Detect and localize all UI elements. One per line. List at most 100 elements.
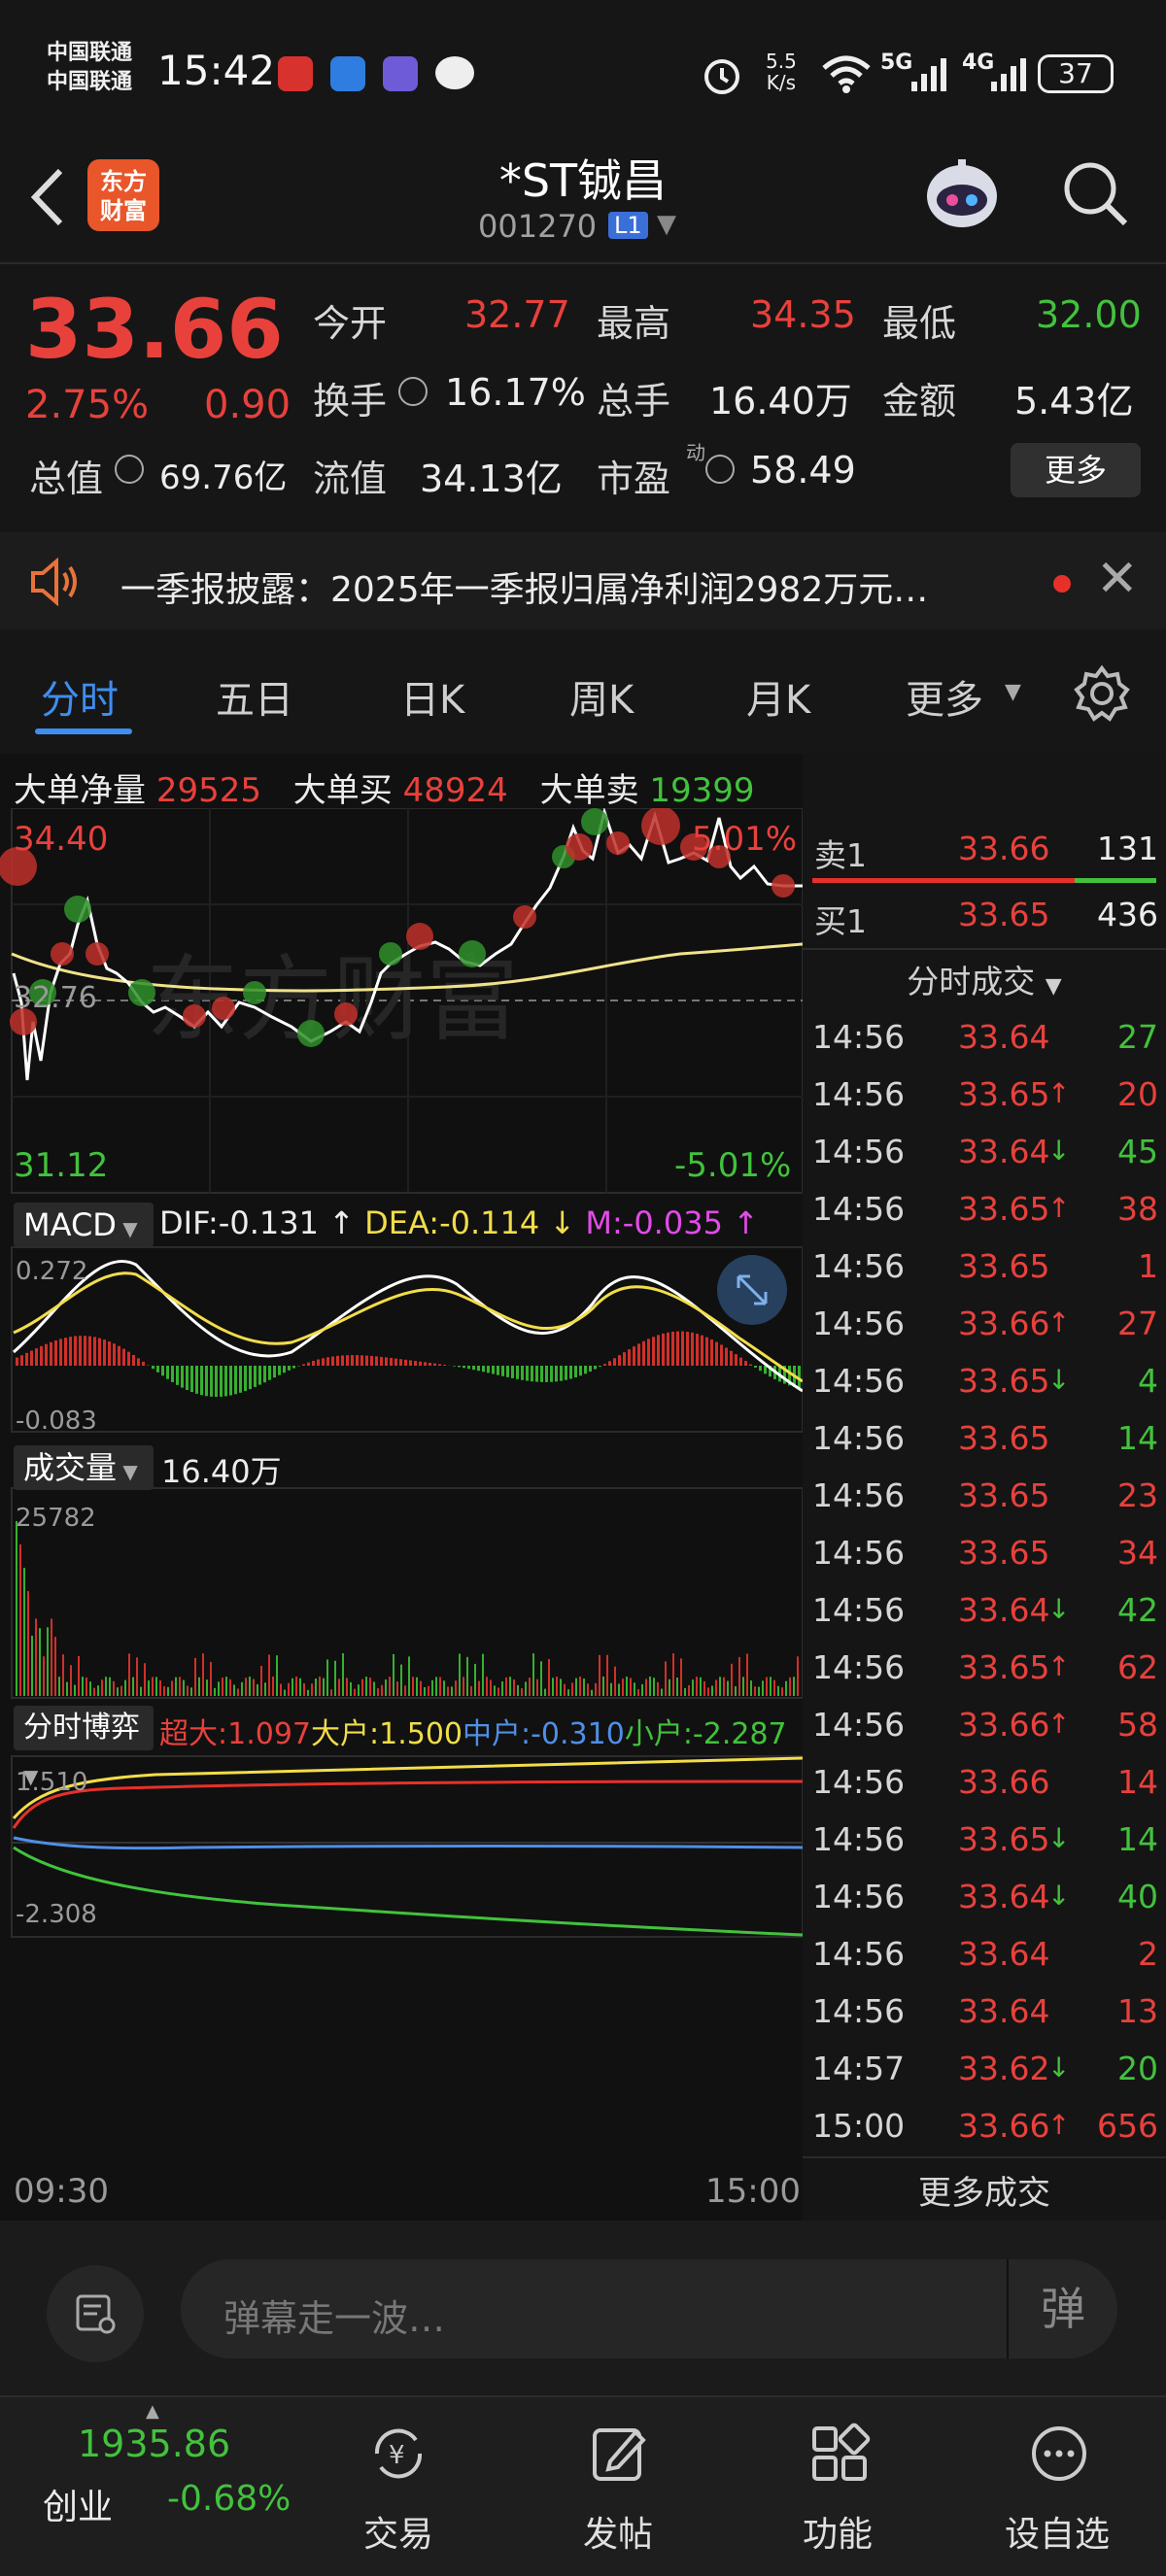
volume-bar bbox=[187, 1685, 189, 1696]
volume-bar bbox=[117, 1687, 119, 1696]
bigorder-bubble bbox=[86, 942, 109, 966]
macd-bar bbox=[526, 1366, 529, 1381]
bid-row[interactable]: 买1 33.65 436 bbox=[803, 886, 1166, 946]
bigorder-bubble bbox=[772, 874, 795, 898]
robot-assistant-icon[interactable] bbox=[917, 153, 1007, 243]
volume-bar bbox=[326, 1659, 328, 1696]
macd-bar bbox=[394, 1358, 397, 1366]
index-change[interactable]: -0.68% bbox=[167, 2479, 291, 2519]
float-value: 34.13亿 bbox=[420, 458, 563, 500]
level-badge[interactable]: L1 bbox=[608, 212, 648, 239]
tab-5day[interactable]: 五日 bbox=[216, 668, 293, 725]
close-notice-button[interactable]: ✕ bbox=[1096, 550, 1139, 608]
macd-selector[interactable]: MACD ▼ bbox=[14, 1203, 154, 1247]
trade-price: 33.64 bbox=[958, 1591, 1050, 1629]
volume-bar bbox=[354, 1688, 356, 1696]
macd-bar bbox=[390, 1357, 393, 1366]
nav-post[interactable]: 发帖 bbox=[511, 2397, 725, 2576]
volume-bar bbox=[272, 1677, 274, 1696]
back-button[interactable] bbox=[27, 165, 66, 244]
trade-direction: ↑ bbox=[1047, 2109, 1071, 2141]
trade-time: 14:56 bbox=[812, 1133, 906, 1170]
macd-bar bbox=[356, 1355, 359, 1366]
danmaku-toggle-button[interactable]: 弹 bbox=[1007, 2259, 1117, 2358]
volume-bar bbox=[525, 1681, 527, 1696]
info-icon[interactable] bbox=[705, 455, 735, 484]
macd-bar bbox=[322, 1358, 325, 1366]
volume-selector[interactable]: 成交量 ▼ bbox=[14, 1445, 154, 1490]
chevron-left-icon bbox=[30, 168, 63, 226]
macd-bar bbox=[618, 1355, 621, 1366]
search-button[interactable] bbox=[1059, 157, 1133, 235]
trade-row: 14:56 33.64 13 bbox=[803, 1983, 1166, 2040]
index-value[interactable]: 1935.86 bbox=[78, 2423, 230, 2465]
index-name[interactable]: 创业 bbox=[43, 2479, 113, 2529]
trade-list: 14:56 33.64 27 14:56 33.65 ↑ 20 14:56 33.64 ↓ 45 14… bbox=[803, 1008, 1166, 2154]
volume-bar bbox=[424, 1687, 426, 1696]
volume-bar bbox=[109, 1677, 111, 1696]
eastmoney-logo[interactable]: 东方 财富 bbox=[87, 159, 159, 231]
more-trades-button[interactable]: 更多成交 bbox=[803, 2166, 1166, 2214]
macd-bar bbox=[531, 1366, 533, 1382]
trade-volume: 2 bbox=[1138, 1935, 1158, 1973]
macd-bar bbox=[69, 1337, 72, 1366]
volume-bar bbox=[482, 1653, 484, 1696]
game-selector[interactable]: 分时博弈 ▼ bbox=[14, 1706, 154, 1788]
trade-direction: ↓ bbox=[1047, 1593, 1071, 1625]
trade-time: 14:56 bbox=[812, 1878, 906, 1915]
volume-bar bbox=[447, 1686, 449, 1696]
trade-volume: 20 bbox=[1117, 2050, 1158, 2087]
nav-post-label: 发帖 bbox=[582, 2515, 653, 2555]
super-value: 超大:1.097 bbox=[159, 1717, 311, 1751]
trade-volume: 40 bbox=[1117, 1878, 1158, 1915]
notice-bar[interactable]: 一季报披露：2025年一季报归属净利润2982万元… ✕ bbox=[0, 532, 1166, 629]
volume-bar bbox=[781, 1687, 783, 1696]
trades-header[interactable]: 分时成交 ▼ bbox=[803, 956, 1166, 1002]
chevron-down-icon[interactable]: ▼ bbox=[657, 210, 676, 239]
tab-daily-k[interactable]: 日K bbox=[400, 668, 464, 725]
tab-monthly-k[interactable]: 月K bbox=[746, 668, 810, 725]
top-nav: *ST铖昌 东方 财富 001270 L1 ▼ bbox=[0, 146, 1166, 262]
macd-bar bbox=[506, 1366, 509, 1377]
volume-bar bbox=[622, 1678, 624, 1696]
trade-row: 14:56 33.66 ↑ 58 bbox=[803, 1696, 1166, 1753]
turnover-label: 换手 bbox=[313, 380, 388, 423]
info-icon[interactable] bbox=[115, 455, 144, 484]
volume-bar bbox=[47, 1627, 49, 1696]
volume-bar bbox=[260, 1666, 262, 1696]
high-label: 最高 bbox=[597, 302, 671, 345]
float-label: 流值 bbox=[313, 458, 388, 500]
volume-bar bbox=[51, 1618, 52, 1696]
volume-bar bbox=[657, 1681, 659, 1696]
nav-add-watchlist[interactable]: 设自选 bbox=[950, 2397, 1164, 2576]
macd-values: DIF:-0.131 ↑ DEA:-0.114 ↓ M:-0.035 ↑ bbox=[159, 1204, 759, 1241]
macd-bar bbox=[584, 1366, 587, 1374]
bigorder-bubble bbox=[379, 942, 402, 966]
ask-row[interactable]: 卖1 33.66 131 bbox=[803, 818, 1166, 878]
mktcap-value: 69.76亿 bbox=[159, 458, 288, 497]
macd-bar bbox=[40, 1345, 43, 1366]
tab-intraday[interactable]: 分时 bbox=[41, 668, 119, 725]
danmaku-settings-button[interactable] bbox=[47, 2265, 144, 2362]
trade-time: 14:56 bbox=[812, 1362, 906, 1400]
tab-weekly-k[interactable]: 周K bbox=[569, 668, 634, 725]
macd-bar bbox=[681, 1331, 684, 1366]
change-amount: 0.90 bbox=[204, 383, 292, 427]
more-quote-button[interactable]: 更多 bbox=[1011, 443, 1141, 497]
macd-bar bbox=[103, 1339, 106, 1366]
nav-functions[interactable]: 功能 bbox=[731, 2397, 944, 2576]
info-icon[interactable] bbox=[398, 377, 428, 406]
trade-row: 14:56 33.65 ↓ 14 bbox=[803, 1811, 1166, 1868]
volume-bar bbox=[408, 1656, 410, 1696]
macd-bar bbox=[249, 1366, 252, 1390]
macd-bar bbox=[472, 1366, 475, 1371]
trade-volume: 27 bbox=[1117, 1305, 1158, 1342]
settings-button[interactable] bbox=[1073, 664, 1131, 727]
trade-price: 33.64 bbox=[958, 1935, 1050, 1973]
volume-bar bbox=[754, 1686, 756, 1696]
trade-time: 14:56 bbox=[812, 1018, 906, 1056]
volume-bar bbox=[536, 1678, 538, 1696]
volume-bar bbox=[381, 1684, 383, 1696]
tab-more[interactable]: 更多 bbox=[906, 668, 983, 725]
nav-trade[interactable]: ¥ 交易 bbox=[292, 2397, 505, 2576]
